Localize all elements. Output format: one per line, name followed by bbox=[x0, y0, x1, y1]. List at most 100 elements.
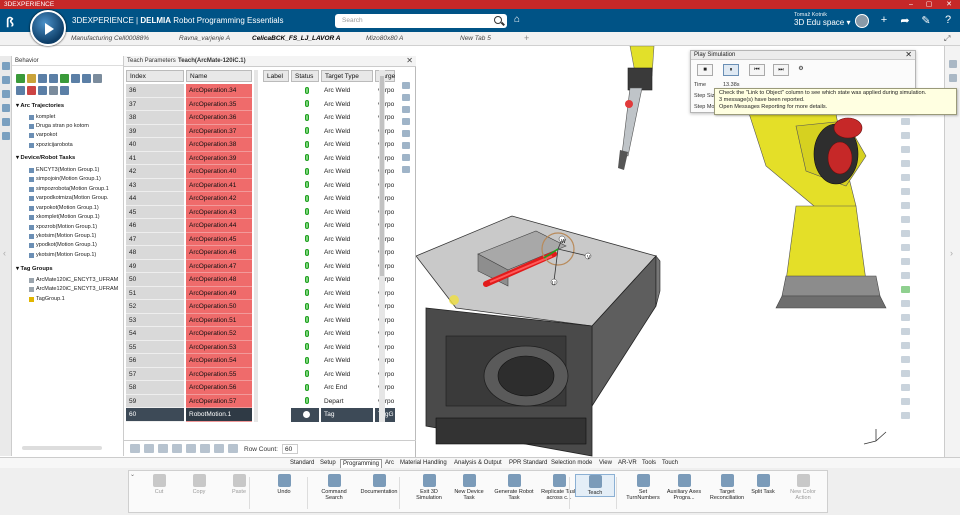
tree-item[interactable]: simpojoin(Motion Group.1) bbox=[29, 176, 101, 182]
replicate-task-across-c-button[interactable]: Replicate Task across c... bbox=[539, 474, 579, 501]
cell-target[interactable]: varpo bbox=[375, 192, 395, 206]
cell-target[interactable]: varpo bbox=[375, 84, 395, 98]
section-selection-mode[interactable]: Selection mode bbox=[549, 459, 594, 468]
table-row[interactable]: 55 ArcOperation.53 Arc Weld varpo bbox=[126, 340, 411, 355]
cell-target-type[interactable]: Arc Weld bbox=[321, 287, 373, 301]
properties-icon[interactable] bbox=[949, 60, 957, 68]
section-setup[interactable]: Setup bbox=[318, 459, 338, 468]
cell-target-type[interactable]: Arc Weld bbox=[321, 165, 373, 179]
cell-name[interactable]: ArcOperation.48 bbox=[186, 273, 252, 287]
cell-name[interactable]: ArcOperation.36 bbox=[186, 111, 252, 125]
column-header-target[interactable]: Targe bbox=[375, 70, 395, 82]
layers-icon[interactable] bbox=[2, 90, 10, 98]
tree-item[interactable]: varpokot bbox=[28, 132, 57, 138]
clash-icon[interactable] bbox=[901, 370, 910, 377]
lights-icon[interactable] bbox=[901, 202, 910, 209]
cell-target[interactable]: varpo bbox=[375, 341, 395, 355]
expand-icon[interactable]: ⤢ bbox=[944, 34, 950, 44]
cell-target-type[interactable]: Arc Weld bbox=[321, 206, 373, 220]
close-icon[interactable]: ✕ bbox=[905, 50, 912, 59]
add-icon[interactable]: + bbox=[877, 14, 891, 26]
tree-item[interactable]: varpodkotmiza(Motion Group. bbox=[28, 195, 108, 201]
collab-space-selector[interactable]: 3D Edu space ▾ bbox=[794, 18, 851, 27]
tab-mizo80x80[interactable]: Mizo80x80 A bbox=[366, 35, 403, 42]
move-up-icon[interactable] bbox=[402, 82, 410, 89]
task-icon[interactable] bbox=[60, 74, 69, 83]
cell-name[interactable]: ArcOperation.37 bbox=[186, 124, 252, 138]
cell-index[interactable]: 37 bbox=[126, 97, 184, 111]
cell-target[interactable]: varpo bbox=[375, 395, 395, 409]
device-icon[interactable] bbox=[49, 74, 58, 83]
tool-icon[interactable] bbox=[27, 74, 36, 83]
cell-name[interactable]: ArcOperation.49 bbox=[186, 286, 252, 300]
pause-button[interactable]: ⏸ bbox=[723, 64, 739, 76]
tree-item[interactable]: ypodkot(Motion Group.1) bbox=[29, 242, 97, 248]
tree-item[interactable]: xpozicijarobota bbox=[29, 142, 73, 148]
target-icon[interactable] bbox=[901, 328, 910, 335]
cell-index[interactable]: 41 bbox=[126, 151, 184, 165]
path-icon[interactable] bbox=[901, 342, 910, 349]
paste-button[interactable]: Paste bbox=[219, 474, 259, 495]
tree-item[interactable]: simpozrobota(Motion Group.1 bbox=[29, 186, 109, 192]
cell-target[interactable]: varpo bbox=[375, 206, 395, 220]
cell-target-type[interactable]: Arc Weld bbox=[321, 273, 373, 287]
cell-name[interactable]: ArcOperation.56 bbox=[186, 381, 252, 395]
copy-button[interactable]: Copy bbox=[179, 474, 219, 495]
teach-button[interactable]: Teach bbox=[575, 474, 615, 497]
tools-icon[interactable]: ✎ bbox=[919, 14, 933, 27]
cell-name[interactable]: ArcOperation.39 bbox=[186, 151, 252, 165]
column-header-index[interactable]: Index bbox=[126, 70, 184, 82]
cell-target[interactable]: varpo bbox=[375, 246, 395, 260]
table-row[interactable]: 56 ArcOperation.54 Arc Weld varpo bbox=[126, 354, 411, 368]
section-programming[interactable]: Programming bbox=[340, 459, 383, 468]
cell-target[interactable]: varpo bbox=[375, 273, 395, 287]
cell-index[interactable]: 57 bbox=[126, 367, 184, 381]
table-row[interactable]: 37 ArcOperation.35 Arc Weld varpo bbox=[126, 97, 411, 111]
cell-index[interactable]: 53 bbox=[126, 313, 184, 327]
section-arc[interactable]: Arc bbox=[383, 459, 396, 468]
tree-item[interactable]: TagGroup.1 bbox=[29, 296, 65, 302]
program-icon[interactable] bbox=[38, 74, 47, 83]
tree-item[interactable]: varpokot(Motion Group.1) bbox=[29, 205, 99, 211]
tree-item[interactable]: ENCYT3(Motion Group.1) bbox=[28, 167, 99, 173]
cell-name[interactable]: ArcOperation.41 bbox=[186, 178, 252, 192]
cell-target-type[interactable]: Arc Weld bbox=[321, 125, 373, 139]
column-header-name[interactable]: Name bbox=[186, 70, 252, 82]
path-icon[interactable] bbox=[60, 86, 69, 95]
table-row[interactable]: 58 ArcOperation.56 Arc End varpo bbox=[126, 381, 411, 395]
cell-target-type[interactable]: Arc Weld bbox=[321, 300, 373, 314]
cell-target-type[interactable]: Arc Weld bbox=[321, 341, 373, 355]
tag-icon[interactable]: ⌂ bbox=[514, 14, 520, 25]
documentation-button[interactable]: Documentation bbox=[359, 474, 399, 495]
tree-item[interactable]: xkomplet(Motion Group.1) bbox=[29, 214, 100, 220]
auxiliary-axes-progra-button[interactable]: Auxiliary Axes Progra... bbox=[664, 474, 704, 501]
cell-target-type[interactable]: Arc Weld bbox=[321, 219, 373, 233]
step-forward-button[interactable]: ⏭ bbox=[773, 64, 789, 76]
tree-item[interactable]: ArcMate120iC_ENCYT3_UFRAM bbox=[28, 286, 118, 292]
measure-icon[interactable] bbox=[901, 174, 910, 181]
section-standard[interactable]: Standard bbox=[288, 459, 316, 468]
tree-item[interactable]: xpozrob(Motion Group.1) bbox=[28, 224, 97, 230]
cell-index[interactable]: 36 bbox=[126, 84, 184, 98]
section-ar-vr[interactable]: AR-VR bbox=[616, 459, 639, 468]
pose-icon[interactable] bbox=[172, 444, 182, 453]
table-row[interactable]: 60 RobotMotion.1 Tag TagG bbox=[126, 408, 411, 422]
cell-target-type[interactable]: Arc Weld bbox=[321, 192, 373, 206]
hide-icon[interactable] bbox=[901, 216, 910, 223]
vertical-scrollbar[interactable] bbox=[254, 70, 258, 422]
cell-index[interactable]: 56 bbox=[126, 354, 184, 368]
cell-target[interactable]: varpo bbox=[375, 165, 395, 179]
cell-target-type[interactable]: Arc Weld bbox=[321, 179, 373, 193]
table-row[interactable]: 54 ArcOperation.52 Arc Weld varpo bbox=[126, 327, 411, 341]
tab-new-tab-5[interactable]: New Tab 5 bbox=[460, 35, 491, 42]
table-row[interactable]: 49 ArcOperation.47 Arc Weld varpo bbox=[126, 259, 411, 273]
filter-icon[interactable] bbox=[2, 76, 10, 84]
step-back-button[interactable]: ⏮ bbox=[749, 64, 765, 76]
cell-target-type[interactable]: Arc End bbox=[321, 381, 373, 395]
table-row[interactable]: 42 ArcOperation.40 Arc Weld varpo bbox=[126, 165, 411, 179]
cell-index[interactable]: 60 bbox=[126, 408, 184, 422]
cell-target[interactable]: varpo bbox=[375, 179, 395, 193]
cut-button[interactable]: Cut bbox=[139, 474, 179, 495]
cell-name[interactable]: ArcOperation.34 bbox=[186, 84, 252, 98]
collision-icon[interactable] bbox=[901, 300, 910, 307]
